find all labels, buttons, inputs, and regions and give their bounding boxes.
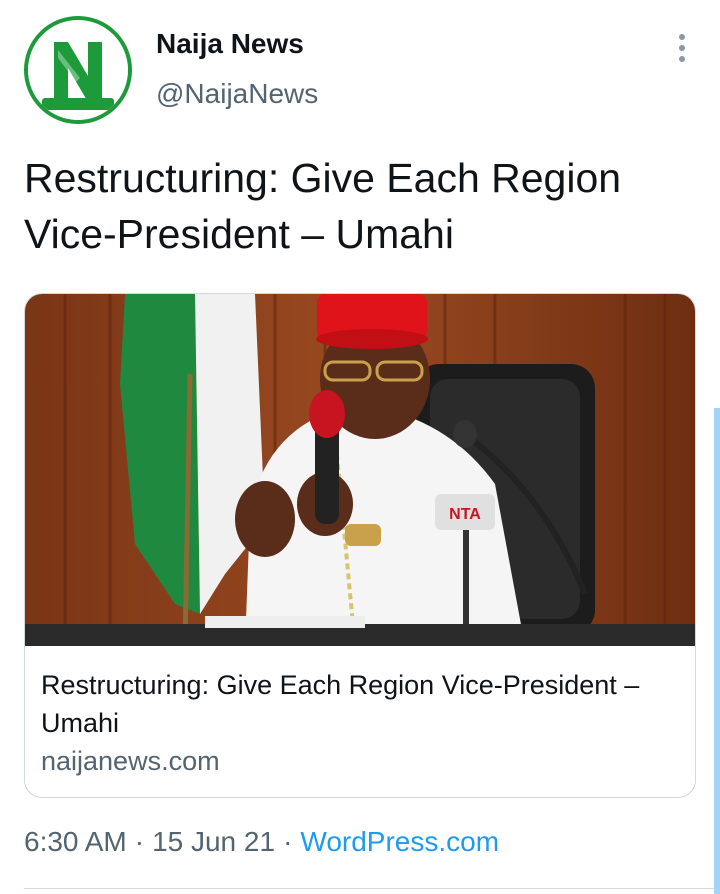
card-domain[interactable]: naijanews.com [41,746,220,777]
tweet-text: Restructuring: Give Each Region Vice-Pre… [24,155,622,257]
naija-news-logo [28,20,128,120]
more-options-button[interactable] [668,32,696,64]
card-title[interactable]: Restructuring: Give Each Region Vice-Pre… [41,666,681,742]
scrollbar[interactable] [714,408,720,894]
card-image[interactable]: NTA [25,294,695,646]
photo-man-speaking-at-microphones: NTA [25,294,695,646]
link-card[interactable]: NTA Restructuring: Give Each Region Vice… [24,293,696,798]
meta-separator: · [134,826,145,857]
more-vertical-icon [679,34,685,40]
tweet-meta: 6:30 AM · 15 Jun 21 · WordPress.com [24,826,499,858]
tweet-date[interactable]: 15 Jun 21 [152,826,275,857]
divider [24,888,720,889]
author-display-name[interactable]: Naija News [156,28,304,60]
tweet-time[interactable]: 6:30 AM [24,826,127,857]
nta-sign-text: NTA [449,506,481,523]
tweet-source-link[interactable]: WordPress.com [300,826,499,857]
author-handle[interactable]: @NaijaNews [156,78,318,110]
meta-separator: · [283,826,293,857]
avatar[interactable] [24,16,132,124]
tweet-header: Naija News @NaijaNews [24,16,696,124]
